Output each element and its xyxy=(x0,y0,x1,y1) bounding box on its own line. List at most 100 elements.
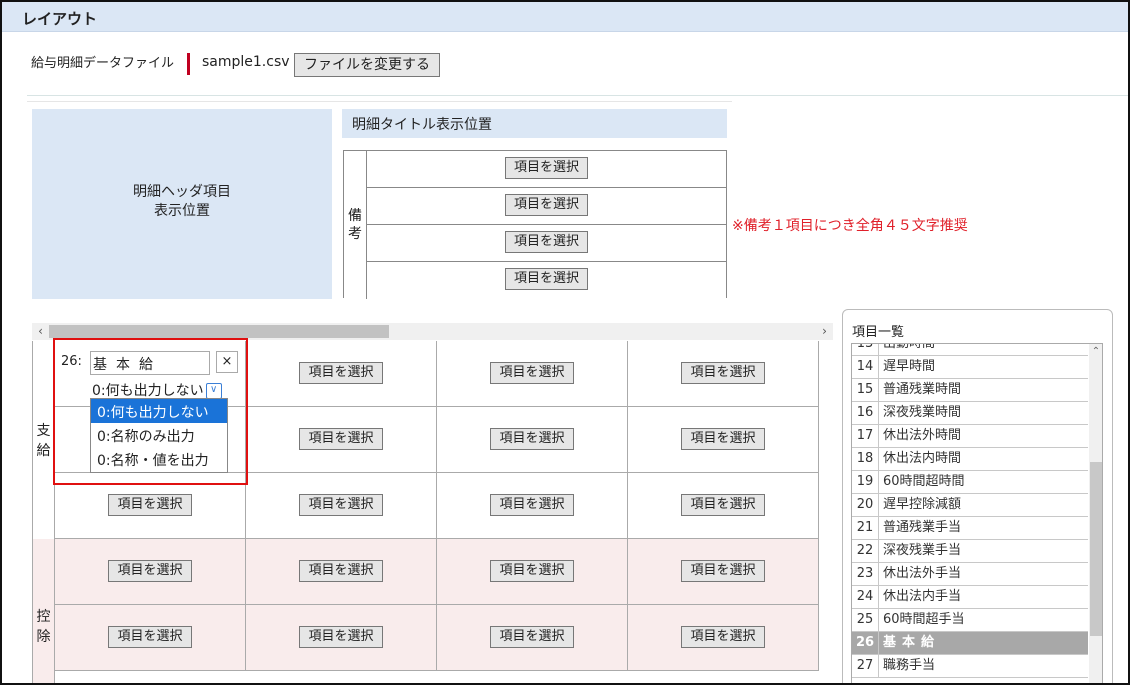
select-item-button[interactable]: 項目を選択 xyxy=(681,428,765,450)
scroll-thumb[interactable] xyxy=(1090,462,1102,636)
item-num: 16 xyxy=(852,402,879,424)
title-bar: レイアウト xyxy=(2,2,1128,32)
item-name: 職務手当 xyxy=(883,658,936,673)
grid-cell: 項目を選択 xyxy=(246,341,437,407)
select-item-button[interactable]: 項目を選択 xyxy=(504,157,588,179)
remarks-row: 項目を選択 xyxy=(367,188,726,225)
scroll-up-icon[interactable]: ⌃ xyxy=(1089,346,1102,357)
select-item-button[interactable]: 項目を選択 xyxy=(108,494,192,516)
vertical-scrollbar[interactable]: ⌃ xyxy=(1089,344,1102,683)
item-name: 休出法外時間 xyxy=(883,428,962,443)
select-item-button[interactable]: 項目を選択 xyxy=(108,560,192,582)
highlight-frame xyxy=(53,338,248,485)
item-num: 18 xyxy=(852,448,879,470)
list-item[interactable]: 15 普通残業時間 xyxy=(852,379,1088,402)
list-item[interactable]: 14 遅早時間 xyxy=(852,356,1088,379)
select-item-button[interactable]: 項目を選択 xyxy=(681,362,765,384)
layout-window: レイアウト 給与明細データファイル sample1.csv ファイルを変更する … xyxy=(0,0,1130,685)
select-item-button[interactable]: 項目を選択 xyxy=(299,494,383,516)
select-item-button[interactable]: 項目を選択 xyxy=(504,194,588,216)
list-item[interactable]: 16 深夜残業時間 xyxy=(852,402,1088,425)
deduction-section: 控 除 項目を選択 項目を選択 項目を選択 項目を選択 項目を選択 項目を選択 … xyxy=(32,539,833,683)
remarks-note: ※備考１項目につき全角４５文字推奨 xyxy=(732,218,968,234)
list-item[interactable]: 21 普通残業手当 xyxy=(852,517,1088,540)
remarks-row: 項目を選択 xyxy=(367,262,726,299)
remarks-label-char: 備 xyxy=(348,208,362,224)
item-num: 14 xyxy=(852,356,879,378)
item-num: 24 xyxy=(852,586,879,608)
select-item-button[interactable]: 項目を選択 xyxy=(681,626,765,648)
item-name: 普通残業手当 xyxy=(883,520,962,535)
divider xyxy=(27,101,732,102)
select-item-button[interactable]: 項目を選択 xyxy=(681,560,765,582)
title-position-area[interactable]: 明細タイトル表示位置 xyxy=(342,109,727,138)
deduction-section-label: 控 除 xyxy=(32,539,55,683)
scroll-thumb[interactable] xyxy=(49,325,389,338)
item-name: 普通残業時間 xyxy=(883,382,962,397)
grid-cell: 項目を選択 xyxy=(628,341,819,407)
item-name: 60時間超時間 xyxy=(883,474,965,489)
item-name: 遅早時間 xyxy=(883,359,936,374)
item-num: 19 xyxy=(852,471,879,493)
list-item[interactable]: 18 休出法内時間 xyxy=(852,448,1088,471)
list-item[interactable]: 20 遅早控除減額 xyxy=(852,494,1088,517)
grid-cell: 項目を選択 xyxy=(628,539,819,605)
select-item-button[interactable]: 項目を選択 xyxy=(504,231,588,253)
change-file-button[interactable]: ファイルを変更する xyxy=(294,53,440,77)
select-item-button[interactable]: 項目を選択 xyxy=(504,268,588,290)
section-label-char: 除 xyxy=(36,629,51,645)
section-label-char: 控 xyxy=(36,609,51,625)
grid-cell: 項目を選択 xyxy=(246,407,437,473)
remarks-label-char: 考 xyxy=(348,226,362,242)
grid-cell: 項目を選択 xyxy=(628,473,819,539)
select-item-button[interactable]: 項目を選択 xyxy=(299,626,383,648)
section-label-char: 支 xyxy=(36,423,51,439)
item-name: 休出法内手当 xyxy=(883,589,962,604)
list-item[interactable]: 22 深夜残業手当 xyxy=(852,540,1088,563)
select-item-button[interactable]: 項目を選択 xyxy=(490,626,574,648)
grid-cell: 項目を選択 xyxy=(437,473,628,539)
page-title: レイアウト xyxy=(22,10,98,28)
item-list: 13 出勤時間 14 遅早時間 15 普通残業時間 16 深夜残業時間 17 休出法外時間… xyxy=(851,343,1103,683)
divider xyxy=(27,95,1128,96)
payment-section-label: 支 給 xyxy=(32,341,55,541)
item-name: 遅早控除減額 xyxy=(883,497,962,512)
select-item-button[interactable]: 項目を選択 xyxy=(299,362,383,384)
remarks-box: 備 考 項目を選択 項目を選択 項目を選択 項目を選択 xyxy=(343,150,727,299)
select-item-button[interactable]: 項目を選択 xyxy=(299,560,383,582)
item-num: 27 xyxy=(852,655,879,677)
scroll-left-icon[interactable]: ‹ xyxy=(32,323,49,340)
select-item-button[interactable]: 項目を選択 xyxy=(299,428,383,450)
remarks-row: 項目を選択 xyxy=(367,151,726,188)
list-item[interactable]: 25 60時間超手当 xyxy=(852,609,1088,632)
header-position-label-1: 明細ヘッダ項目 xyxy=(133,184,231,200)
grid-cell: 項目を選択 xyxy=(246,605,437,671)
item-num: 23 xyxy=(852,563,879,585)
item-num: 20 xyxy=(852,494,879,516)
grid-cell: 項目を選択 xyxy=(437,539,628,605)
list-item-selected[interactable]: 26 基本給 xyxy=(852,632,1088,655)
grid-cell: 項目を選択 xyxy=(55,605,246,671)
list-item[interactable]: 27 職務手当 xyxy=(852,655,1088,678)
select-item-button[interactable]: 項目を選択 xyxy=(490,560,574,582)
select-item-button[interactable]: 項目を選択 xyxy=(490,362,574,384)
list-item[interactable]: 23 休出法外手当 xyxy=(852,563,1088,586)
select-item-button[interactable]: 項目を選択 xyxy=(681,494,765,516)
item-num: 13 xyxy=(852,344,879,355)
select-item-button[interactable]: 項目を選択 xyxy=(108,626,192,648)
list-item[interactable]: 24 休出法内手当 xyxy=(852,586,1088,609)
grid-cell: 項目を選択 xyxy=(628,605,819,671)
header-position-area[interactable]: 明細ヘッダ項目 表示位置 xyxy=(32,109,332,299)
item-num: 17 xyxy=(852,425,879,447)
list-item[interactable]: 17 休出法外時間 xyxy=(852,425,1088,448)
grid-cell: 項目を選択 xyxy=(437,407,628,473)
select-item-button[interactable]: 項目を選択 xyxy=(490,494,574,516)
list-item[interactable]: 19 60時間超時間 xyxy=(852,471,1088,494)
list-item[interactable]: 13 出勤時間 xyxy=(852,344,1088,356)
file-label: 給与明細データファイル xyxy=(31,56,175,71)
scroll-right-icon[interactable]: › xyxy=(816,323,833,340)
item-name: 60時間超手当 xyxy=(883,612,965,627)
grid-cell: 項目を選択 xyxy=(437,605,628,671)
grid-cell: 項目を選択 xyxy=(628,407,819,473)
select-item-button[interactable]: 項目を選択 xyxy=(490,428,574,450)
